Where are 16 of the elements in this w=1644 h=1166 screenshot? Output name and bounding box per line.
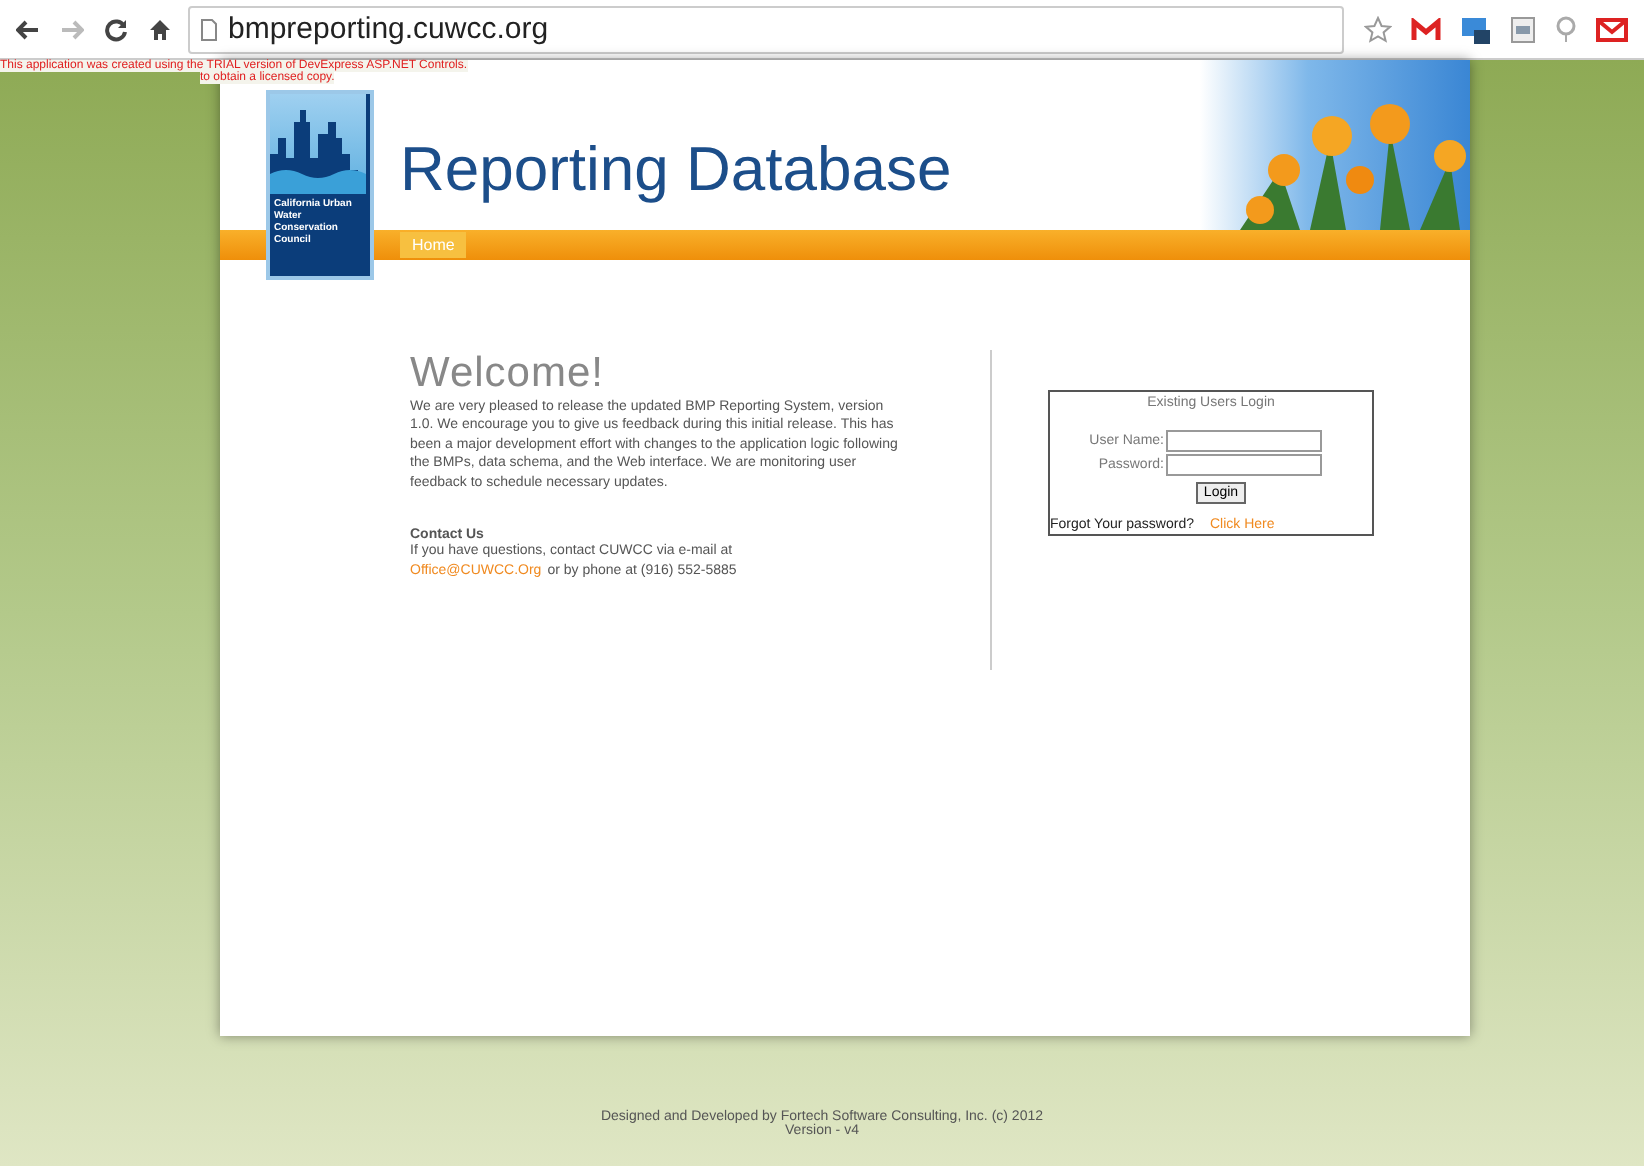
window-icon[interactable] [1460, 13, 1492, 45]
url-text: bmpreporting.cuwcc.org [228, 12, 549, 46]
address-bar[interactable]: bmpreporting.cuwcc.org [188, 5, 1344, 53]
mail-icon[interactable] [1596, 17, 1628, 41]
home-icon[interactable] [148, 17, 172, 41]
back-icon[interactable] [16, 19, 40, 39]
mail-icon[interactable] [1410, 17, 1442, 41]
nav-tab[interactable]: Home [400, 232, 467, 258]
username-field[interactable] [1166, 430, 1322, 452]
site-title: Reporting Database [400, 134, 952, 206]
reload-icon[interactable] [104, 17, 128, 41]
page-icon [200, 17, 218, 41]
password-field[interactable] [1166, 454, 1322, 476]
extension-icon[interactable] [1510, 15, 1536, 43]
welcome-heading: Welcome! [410, 350, 606, 398]
star-icon[interactable] [1364, 15, 1392, 43]
